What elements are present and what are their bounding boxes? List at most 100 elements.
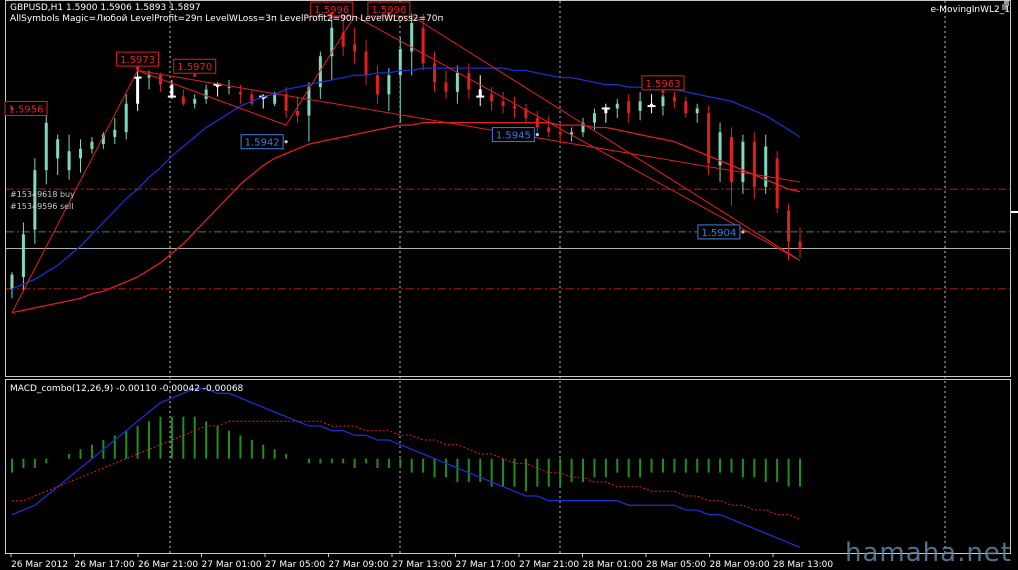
price-label-dot <box>136 66 140 70</box>
price-label-text: 1.5963 <box>645 79 680 90</box>
x-axis-label: 27 Mar 09:00 <box>329 560 389 570</box>
candle-body <box>387 75 391 95</box>
candle <box>647 94 656 114</box>
candle-body <box>741 141 745 183</box>
candle-body <box>375 75 379 95</box>
candle <box>10 272 14 299</box>
x-axis-label: 26 Mar 21:00 <box>138 560 198 570</box>
macd-signal-line <box>12 420 801 520</box>
candle-body <box>56 139 60 159</box>
watermark: hamaha.net <box>844 538 1012 568</box>
candle-body <box>661 96 665 107</box>
candle-body <box>33 170 37 230</box>
candle-body <box>444 82 448 92</box>
candle <box>193 94 197 109</box>
candle-body <box>638 101 642 111</box>
candle <box>318 51 322 99</box>
candle <box>787 203 791 261</box>
candle <box>684 96 688 118</box>
candle <box>375 65 379 104</box>
moving-average-slow <box>11 122 801 314</box>
macd-title: MACD_combo(12,26,9) -0.00110 -0.00042 -0… <box>10 384 244 394</box>
candle-body <box>238 91 242 95</box>
candle-body <box>21 234 25 278</box>
candle <box>353 27 357 64</box>
candle <box>44 106 48 185</box>
x-axis-label: 27 Mar 21:00 <box>519 560 579 570</box>
x-axis-label: 27 Mar 17:00 <box>456 560 516 570</box>
candle <box>741 134 745 194</box>
candle <box>158 72 162 92</box>
candle <box>133 68 142 111</box>
price-label-low: 1.5942 <box>240 134 288 150</box>
x-axis-label: 27 Mar 01:00 <box>202 560 262 570</box>
candle-body <box>296 110 300 116</box>
x-axis-label: 27 Mar 05:00 <box>265 560 325 570</box>
candle-body <box>227 87 231 89</box>
candle-body <box>113 129 117 137</box>
macd-line <box>11 388 801 548</box>
candle <box>661 94 665 116</box>
candle-body <box>421 27 425 64</box>
candle <box>535 110 539 133</box>
candle-body <box>273 94 277 104</box>
price-label-text: 1.5970 <box>177 62 212 73</box>
candle <box>775 151 779 213</box>
candle-body <box>124 103 128 133</box>
chart-canvas[interactable]: 1.59561.59731.59701.59421.5996 1.59961.59… <box>0 0 1018 570</box>
candle-body <box>44 122 48 171</box>
candle-body <box>512 106 516 109</box>
candle <box>718 122 722 183</box>
price-label-dot <box>10 106 14 111</box>
price-label-high: 1.5973 <box>116 51 160 70</box>
candle-body <box>307 87 311 116</box>
moving-average-fast <box>11 67 801 290</box>
expert-settings-line: AllSymbols Magic=Любой LevelProfit=29п L… <box>10 14 444 24</box>
price-label-dot <box>535 132 539 137</box>
candle <box>398 37 402 123</box>
order-label-buy: #15349618 buy <box>10 190 75 199</box>
x-axis-label: 28 Mar 13:00 <box>773 560 833 570</box>
candle <box>729 127 733 206</box>
x-axis-label: 26 Mar 17:00 <box>75 560 135 570</box>
x-axis-label: 28 Mar 09:00 <box>710 560 770 570</box>
candle-body <box>90 141 94 149</box>
candle <box>444 70 448 99</box>
candle <box>581 117 585 137</box>
candle-body <box>181 96 185 104</box>
candle <box>296 96 300 123</box>
chart-window[interactable]: 1.5956 1.5973 1.5970 1.5942 1.5996 1.5996 1.59… <box>0 0 1018 570</box>
candle <box>512 96 516 118</box>
candle <box>284 87 288 118</box>
candle-body <box>364 51 368 76</box>
candle <box>638 91 642 121</box>
candle <box>56 134 60 175</box>
candle <box>67 134 71 180</box>
candle <box>181 89 185 107</box>
price-label-text: 1.5973 <box>120 55 155 66</box>
candle-body <box>67 151 71 171</box>
candle-body <box>455 72 459 92</box>
price-label-low: 1.5904 <box>697 224 745 240</box>
candle <box>672 91 676 109</box>
candle <box>501 91 505 114</box>
candle <box>364 39 368 85</box>
price-label-dot <box>193 73 197 77</box>
candle-body <box>592 113 596 123</box>
candle-body <box>501 101 505 107</box>
candle-body <box>158 75 162 85</box>
candle-body <box>547 127 551 133</box>
price-label-high: 1.5970 <box>173 58 217 77</box>
candle <box>601 103 610 123</box>
candle-body <box>353 44 357 52</box>
price-label-text: 1.5942 <box>245 138 280 149</box>
price-label-text: 1.5945 <box>496 131 531 142</box>
candle <box>21 222 25 292</box>
candle <box>615 98 619 118</box>
x-axis-label: 28 Mar 01:00 <box>583 560 643 570</box>
expert-name: e-MovingInWL2_1 <box>930 5 1010 15</box>
candle-body <box>729 136 733 183</box>
candle <box>558 122 562 145</box>
candle <box>695 103 699 123</box>
symbol-header: GBPUSD,H1 1.5900 1.5906 1.5893 1.5897 <box>10 3 201 13</box>
